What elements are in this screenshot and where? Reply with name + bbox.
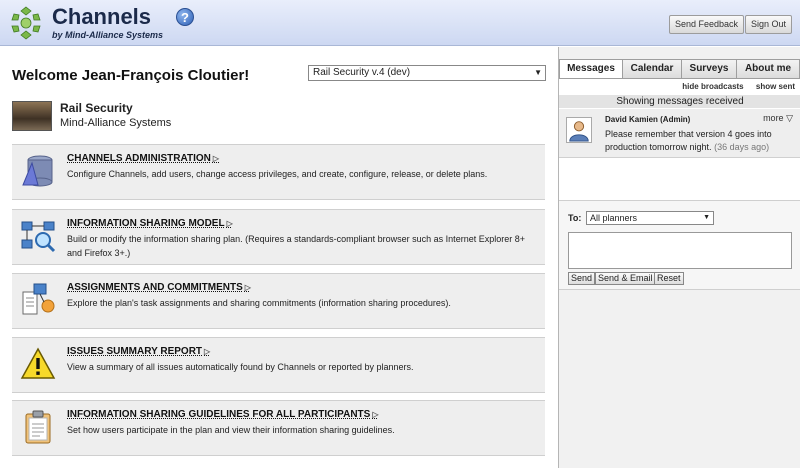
message-body: Please remember that version 4 goes into…	[605, 128, 790, 154]
send-button[interactable]: Send	[568, 272, 596, 285]
show-sent-link[interactable]: show sent	[756, 82, 795, 91]
network-model-icon	[21, 221, 56, 253]
plan-image	[12, 101, 52, 131]
section-description: Explore the plan's task assignments and …	[67, 298, 451, 308]
recipient-select[interactable]: All planners ▼	[586, 211, 714, 225]
send-email-button[interactable]: Send & Email	[595, 272, 656, 285]
message-filter-links: hide broadcasts show sent	[672, 82, 795, 91]
message-more-menu[interactable]: more ▽	[763, 113, 793, 124]
database-admin-icon	[22, 155, 53, 187]
expand-triangle-icon: ▷	[204, 347, 211, 356]
section-issues-summary-report: ISSUES SUMMARY REPORT ▷ View a summary of…	[12, 337, 545, 393]
section-title[interactable]: ASSIGNMENTS AND COMMITMENTS ▷	[67, 282, 251, 293]
tab-calendar[interactable]: Calendar	[622, 59, 682, 79]
app-title: Channels	[52, 4, 152, 29]
help-icon[interactable]: ?	[176, 8, 194, 26]
sign-out-button[interactable]: Sign Out	[745, 15, 793, 34]
section-information-sharing-guidelines: INFORMATION SHARING GUIDELINES FOR ALL P…	[12, 400, 545, 456]
tab-about-me[interactable]: About me	[736, 59, 800, 79]
dropdown-arrow-icon: ▼	[534, 68, 542, 77]
message-item: David Kamien (Admin) more ▽ Please remem…	[559, 109, 800, 158]
section-description: Build or modify the information sharing …	[67, 234, 525, 258]
section-assignments-and-commitments: ASSIGNMENTS AND COMMITMENTS ▷ Explore the…	[12, 273, 545, 329]
plan-select-value: Rail Security v.4 (dev)	[313, 67, 411, 78]
to-label: To:	[568, 213, 582, 223]
expand-triangle-icon: ▷	[226, 219, 233, 228]
app-header: Channels by Mind-Alliance Systems ? Send…	[0, 0, 800, 46]
recipient-select-value: All planners	[590, 213, 638, 223]
plan-name: Rail Security	[60, 101, 133, 115]
expand-triangle-icon: ▷	[212, 154, 220, 163]
tab-messages[interactable]: Messages	[559, 59, 623, 79]
dropdown-arrow-icon: ▼	[703, 214, 710, 221]
clipboard-icon	[25, 410, 51, 444]
send-feedback-button[interactable]: Send Feedback	[669, 15, 745, 34]
section-title[interactable]: INFORMATION SHARING GUIDELINES FOR ALL P…	[67, 409, 379, 420]
section-title[interactable]: CHANNELS ADMINISTRATION ▷	[67, 153, 219, 164]
plan-select[interactable]: Rail Security v.4 (dev) ▼	[308, 65, 546, 81]
section-channels-administration: CHANNELS ADMINISTRATION ▷ Configure Chann…	[12, 144, 545, 200]
assignments-icon	[22, 283, 55, 315]
plan-organization: Mind-Alliance Systems	[60, 117, 172, 129]
message-age: (36 days ago)	[714, 142, 770, 152]
section-description: Set how users participate in the plan an…	[67, 425, 395, 435]
welcome-heading: Welcome Jean-François Cloutier!	[12, 67, 250, 84]
hide-broadcasts-link[interactable]: hide broadcasts	[682, 82, 743, 91]
messages-header: Showing messages received	[559, 95, 800, 108]
section-description: View a summary of all issues automatical…	[67, 362, 414, 372]
app-subtitle: by Mind-Alliance Systems	[52, 30, 164, 40]
compose-message: To: All planners ▼ Send Send & Email Res…	[559, 200, 800, 290]
social-tabs: Messages Calendar Surveys About me	[559, 59, 800, 79]
tab-surveys[interactable]: Surveys	[681, 59, 737, 79]
user-avatar-icon	[566, 117, 592, 143]
message-sender: David Kamien (Admin)	[605, 115, 691, 124]
section-title[interactable]: ISSUES SUMMARY REPORT ▷	[67, 346, 210, 357]
messages-panel: hide broadcasts show sent Showing messag…	[559, 78, 800, 290]
section-description: Configure Channels, add users, change ac…	[67, 169, 488, 179]
social-panel: Messages Calendar Surveys About me hide …	[558, 47, 800, 468]
section-title[interactable]: INFORMATION SHARING MODEL ▷	[67, 218, 233, 229]
section-information-sharing-model: INFORMATION SHARING MODEL ▷ Build or modi…	[12, 209, 545, 265]
warning-icon	[20, 347, 56, 379]
reset-button[interactable]: Reset	[654, 272, 684, 285]
channels-logo-icon	[11, 6, 41, 40]
expand-triangle-icon: ▷	[244, 283, 251, 292]
main-panel: Welcome Jean-François Cloutier! Rail Sec…	[0, 47, 557, 468]
message-textarea[interactable]	[568, 232, 792, 269]
expand-triangle-icon: ▷	[372, 410, 379, 419]
